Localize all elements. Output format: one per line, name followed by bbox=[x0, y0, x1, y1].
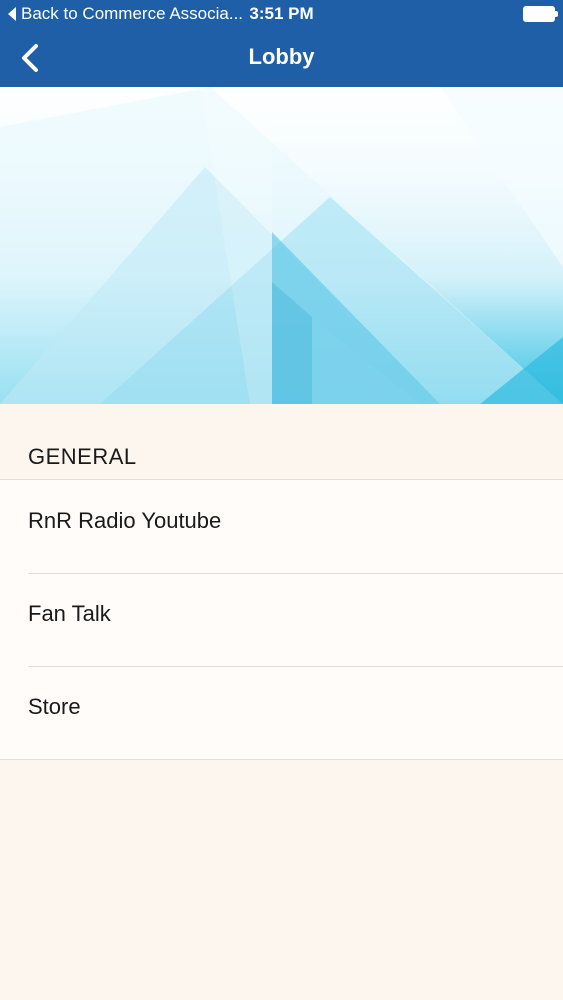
list-item-rnr-radio-youtube[interactable]: RnR Radio Youtube bbox=[0, 480, 563, 573]
navigation-bar: Lobby bbox=[0, 28, 563, 87]
general-list: RnR Radio Youtube Fan Talk Store bbox=[0, 479, 563, 760]
back-triangle-icon bbox=[8, 7, 16, 21]
hero-banner-image bbox=[0, 87, 563, 404]
back-to-app-link[interactable]: Back to Commerce Associa... bbox=[8, 4, 243, 24]
page-title: Lobby bbox=[248, 44, 315, 69]
list-item-label: RnR Radio Youtube bbox=[28, 508, 222, 533]
top-bar: Back to Commerce Associa... 3:51 PM Lobb… bbox=[0, 0, 563, 87]
abstract-geometric-background bbox=[0, 87, 563, 404]
back-button[interactable] bbox=[10, 38, 50, 78]
back-to-app-label: Back to Commerce Associa... bbox=[21, 4, 244, 23]
list-item-store[interactable]: Store bbox=[0, 666, 563, 759]
list-item-fan-talk[interactable]: Fan Talk bbox=[0, 573, 563, 666]
list-item-label: Fan Talk bbox=[28, 601, 111, 626]
section-header-general: GENERAL bbox=[28, 444, 137, 469]
list-item-label: Store bbox=[28, 694, 81, 719]
status-bar: Back to Commerce Associa... 3:51 PM bbox=[0, 0, 563, 28]
chevron-left-icon bbox=[22, 44, 38, 72]
battery-icon bbox=[523, 6, 558, 22]
